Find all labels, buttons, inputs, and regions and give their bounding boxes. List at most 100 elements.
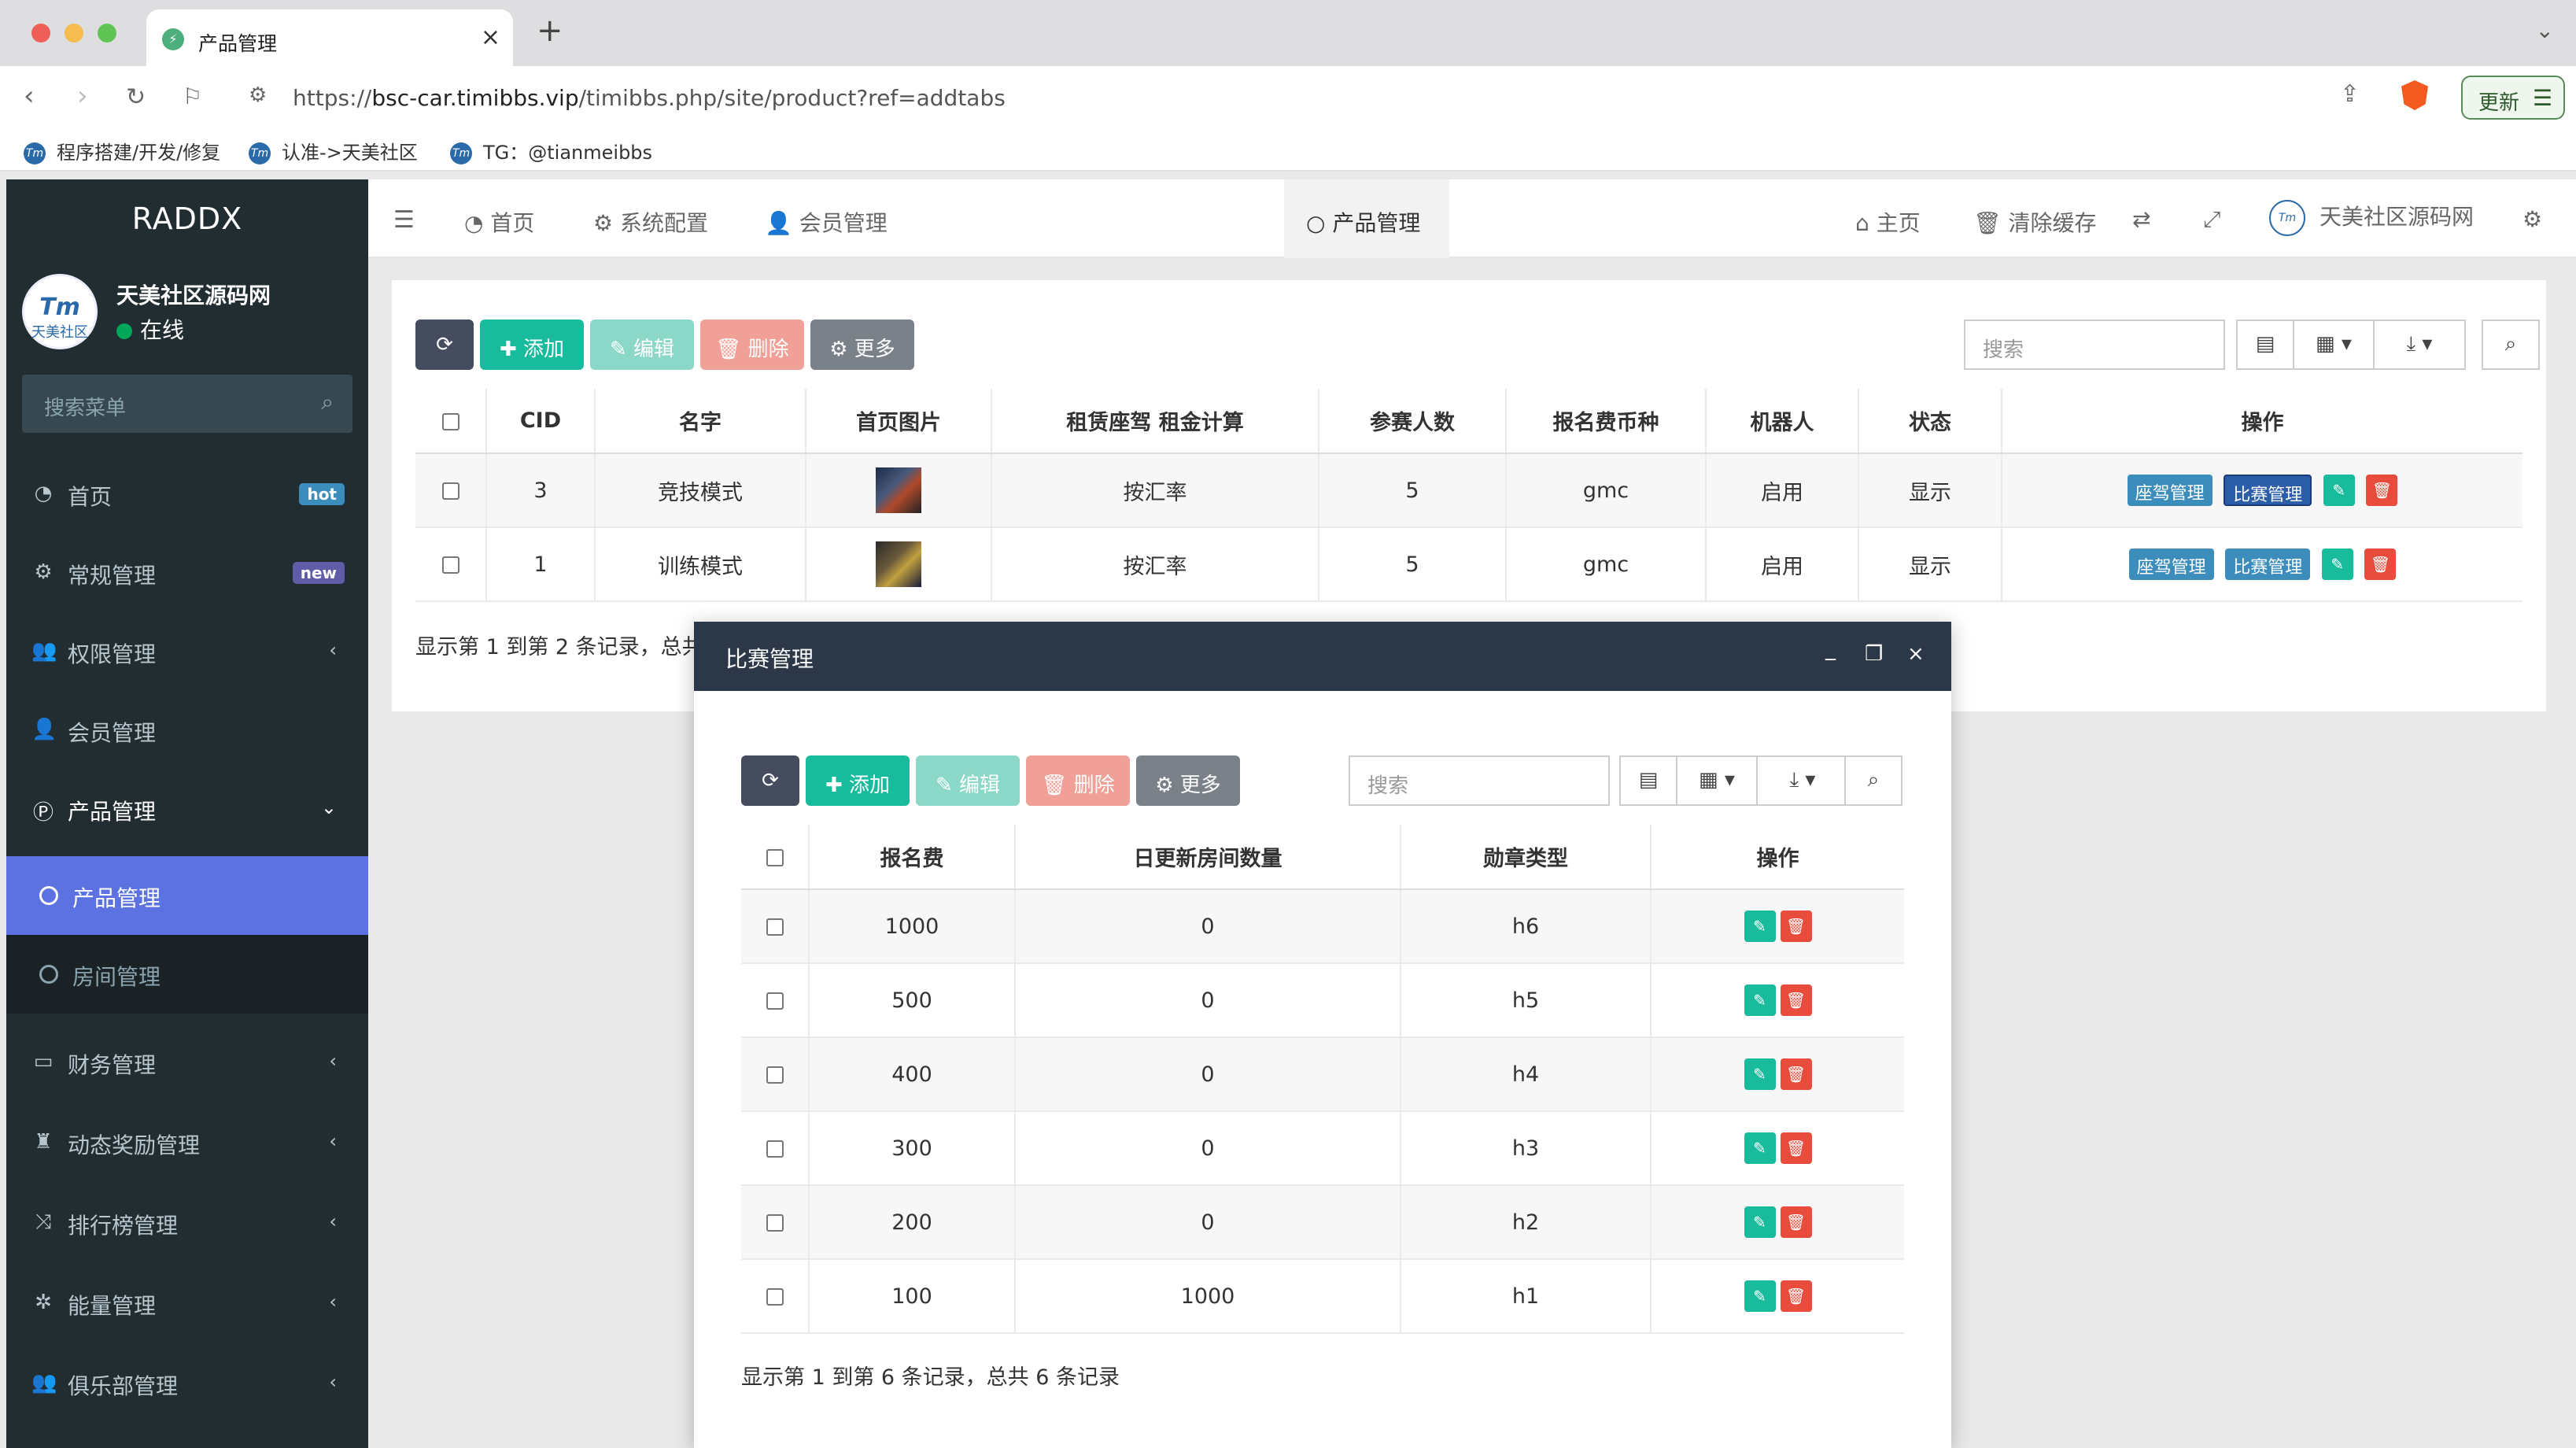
delete-button[interactable]: 🗑 删除 <box>700 320 804 370</box>
edit-row-button[interactable]: ✎ <box>2321 549 2353 580</box>
tab-home[interactable]: ◔ 首页 <box>464 206 534 238</box>
forward-icon[interactable]: › <box>77 80 88 112</box>
table-row[interactable]: 400 0 h4 ✎ 🗑 <box>741 1037 1904 1112</box>
column-header[interactable]: 名字 <box>595 389 806 454</box>
sidebar-subitem-products[interactable]: 产品管理 <box>6 856 368 935</box>
column-header[interactable]: 机器人 <box>1706 389 1859 454</box>
column-header[interactable]: 操作 <box>1651 825 1904 890</box>
delete-row-button[interactable]: 🗑 <box>1780 911 1812 942</box>
column-header[interactable]: 操作 <box>2002 389 2522 454</box>
row-checkbox[interactable] <box>766 1214 784 1232</box>
modal-toggle-view-button[interactable]: ▤ <box>1619 755 1677 806</box>
table-row[interactable]: 1000 0 h6 ✎ 🗑 <box>741 889 1904 964</box>
sidebar-search-input[interactable]: 搜索菜单 ⌕ <box>22 375 352 433</box>
bookmark-item[interactable]: Tm 程序搭建/开发/修复 <box>24 137 220 164</box>
bookmark-item[interactable]: Tm 认准->天美社区 <box>249 137 418 164</box>
sidebar-item-rewards[interactable]: ♜ 动态奖励管理 ‹ <box>6 1103 368 1182</box>
delete-row-button[interactable]: 🗑 <box>2366 475 2398 506</box>
robot-cell[interactable]: 启用 <box>1706 527 1859 602</box>
sidebar-subitem-rooms[interactable]: 房间管理 <box>6 935 368 1014</box>
search-button[interactable]: ⌕ <box>2482 320 2540 370</box>
tab-system-config[interactable]: ⚙ 系统配置 <box>593 206 708 238</box>
edit-row-button[interactable]: ✎ <box>1744 984 1776 1016</box>
back-icon[interactable]: ‹ <box>24 80 35 112</box>
match-manage-button[interactable]: 比赛管理 <box>2225 549 2311 580</box>
modal-delete-button[interactable]: 🗑 删除 <box>1026 755 1130 806</box>
modal-edit-button[interactable]: ✎ 编辑 <box>916 755 1020 806</box>
car-manage-button[interactable]: 座驾管理 <box>2128 549 2214 580</box>
delete-row-button[interactable]: 🗑 <box>1780 1132 1812 1164</box>
thumbnail-image[interactable] <box>876 541 921 587</box>
column-header[interactable]: 租赁座驾 租金计算 <box>991 389 1319 454</box>
thumbnail-image[interactable] <box>876 467 921 513</box>
modal-search-input[interactable]: 搜索 <box>1349 755 1610 806</box>
sidebar-item-energy[interactable]: ✲ 能量管理 ‹ <box>6 1264 368 1343</box>
columns-button[interactable]: ▦ ▾ <box>2293 320 2375 370</box>
modal-columns-button[interactable]: ▦ ▾ <box>1676 755 1758 806</box>
row-checkbox[interactable] <box>441 482 459 500</box>
edit-row-button[interactable]: ✎ <box>1744 1206 1776 1238</box>
modal-export-button[interactable]: ⤓ ▾ <box>1756 755 1849 806</box>
modal-search-button[interactable]: ⌕ <box>1844 755 1902 806</box>
language-icon[interactable]: ⇄ <box>2132 206 2150 232</box>
sidebar-item-finance[interactable]: ▭ 财务管理 ‹ <box>6 1023 368 1102</box>
column-header[interactable]: 勋章类型 <box>1401 825 1652 890</box>
table-row[interactable]: 500 0 h5 ✎ 🗑 <box>741 963 1904 1038</box>
modal-add-button[interactable]: ✚ 添加 <box>806 755 910 806</box>
row-checkbox[interactable] <box>766 992 784 1010</box>
table-row[interactable]: 100 1000 h1 ✎ 🗑 <box>741 1259 1904 1334</box>
select-all-checkbox[interactable] <box>441 412 459 430</box>
new-tab-icon[interactable]: + <box>537 13 563 49</box>
search-icon[interactable]: ⌕ <box>321 389 334 416</box>
home-link[interactable]: ⌂ 主页 <box>1855 206 1921 238</box>
maximize-window-icon[interactable] <box>98 24 116 42</box>
table-row[interactable]: 1 训练模式 按汇率 5 gmc 启用 显示 座驾管理 比赛管理 ✎ 🗑 <box>415 527 2522 602</box>
column-header[interactable]: 报名费 <box>809 825 1016 890</box>
export-button[interactable]: ⤓ ▾ <box>2373 320 2466 370</box>
sidebar-item-members[interactable]: 👤 会员管理 <box>6 691 368 770</box>
sidebar-item-clubs[interactable]: 👥 俱乐部管理 ‹ <box>6 1344 368 1423</box>
sidebar-item-products[interactable]: Ⓟ 产品管理 ⌄ <box>6 770 368 848</box>
sidebar-toggle-icon[interactable]: ☰ <box>393 206 415 234</box>
close-tab-icon[interactable]: × <box>481 24 500 51</box>
tab-members[interactable]: 👤 会员管理 <box>765 206 888 238</box>
refresh-button[interactable]: ⟳ <box>415 320 474 370</box>
edit-row-button[interactable]: ✎ <box>1744 1280 1776 1312</box>
chevron-down-icon[interactable]: ⌄ <box>2536 17 2554 43</box>
status-cell[interactable]: 显示 <box>1858 453 2002 528</box>
column-header[interactable]: 报名费币种 <box>1506 389 1707 454</box>
match-manage-button[interactable]: 比赛管理 <box>2224 475 2312 506</box>
column-header[interactable]: 日更新房间数量 <box>1015 825 1401 890</box>
site-user-menu[interactable]: Tm 天美社区源码网 <box>2269 200 2474 236</box>
modal-header[interactable]: 比赛管理 _ ❐ × <box>694 622 1951 691</box>
column-header[interactable]: CID <box>486 389 596 454</box>
close-window-icon[interactable] <box>31 24 50 42</box>
delete-row-button[interactable]: 🗑 <box>1780 984 1812 1016</box>
robot-cell[interactable]: 启用 <box>1706 453 1859 528</box>
tab-products[interactable]: ○ 产品管理 <box>1306 206 1420 238</box>
car-manage-button[interactable]: 座驾管理 <box>2127 475 2212 506</box>
more-button[interactable]: ⚙ 更多 <box>810 320 914 370</box>
delete-row-button[interactable]: 🗑 <box>1780 1280 1812 1312</box>
clear-cache-button[interactable]: 🗑 清除缓存 <box>1973 206 2096 238</box>
edit-row-button[interactable]: ✎ <box>1744 1058 1776 1090</box>
row-checkbox[interactable] <box>766 1288 784 1306</box>
delete-row-button[interactable]: 🗑 <box>1780 1206 1812 1238</box>
add-button[interactable]: ✚ 添加 <box>480 320 584 370</box>
url-field[interactable]: ⚙ https://bsc-car.timibbs.vip/timibbs.ph… <box>233 77 2420 118</box>
bookmark-item[interactable]: Tm TG：@tianmeibbs <box>450 137 652 164</box>
table-search-input[interactable]: 搜索 <box>1964 320 2225 370</box>
bookmark-icon[interactable]: ⚐ <box>183 83 202 109</box>
minimize-icon[interactable]: _ <box>1825 637 1836 661</box>
update-button[interactable]: 更新 ☰ <box>2461 76 2565 120</box>
select-all-checkbox[interactable] <box>766 848 784 866</box>
table-row[interactable]: 300 0 h3 ✎ 🗑 <box>741 1111 1904 1186</box>
share-icon[interactable]: ⇪ <box>2340 80 2360 108</box>
close-icon[interactable]: × <box>1907 642 1925 666</box>
delete-row-button[interactable]: 🗑 <box>1780 1058 1812 1090</box>
sidebar-item-auth[interactable]: 👥 权限管理 ‹ <box>6 612 368 691</box>
browser-tab[interactable]: ⚡ 产品管理 × <box>146 9 513 66</box>
edit-row-button[interactable]: ✎ <box>1744 1132 1776 1164</box>
edit-row-button[interactable]: ✎ <box>1744 911 1776 942</box>
edit-row-button[interactable]: ✎ <box>2323 475 2355 506</box>
